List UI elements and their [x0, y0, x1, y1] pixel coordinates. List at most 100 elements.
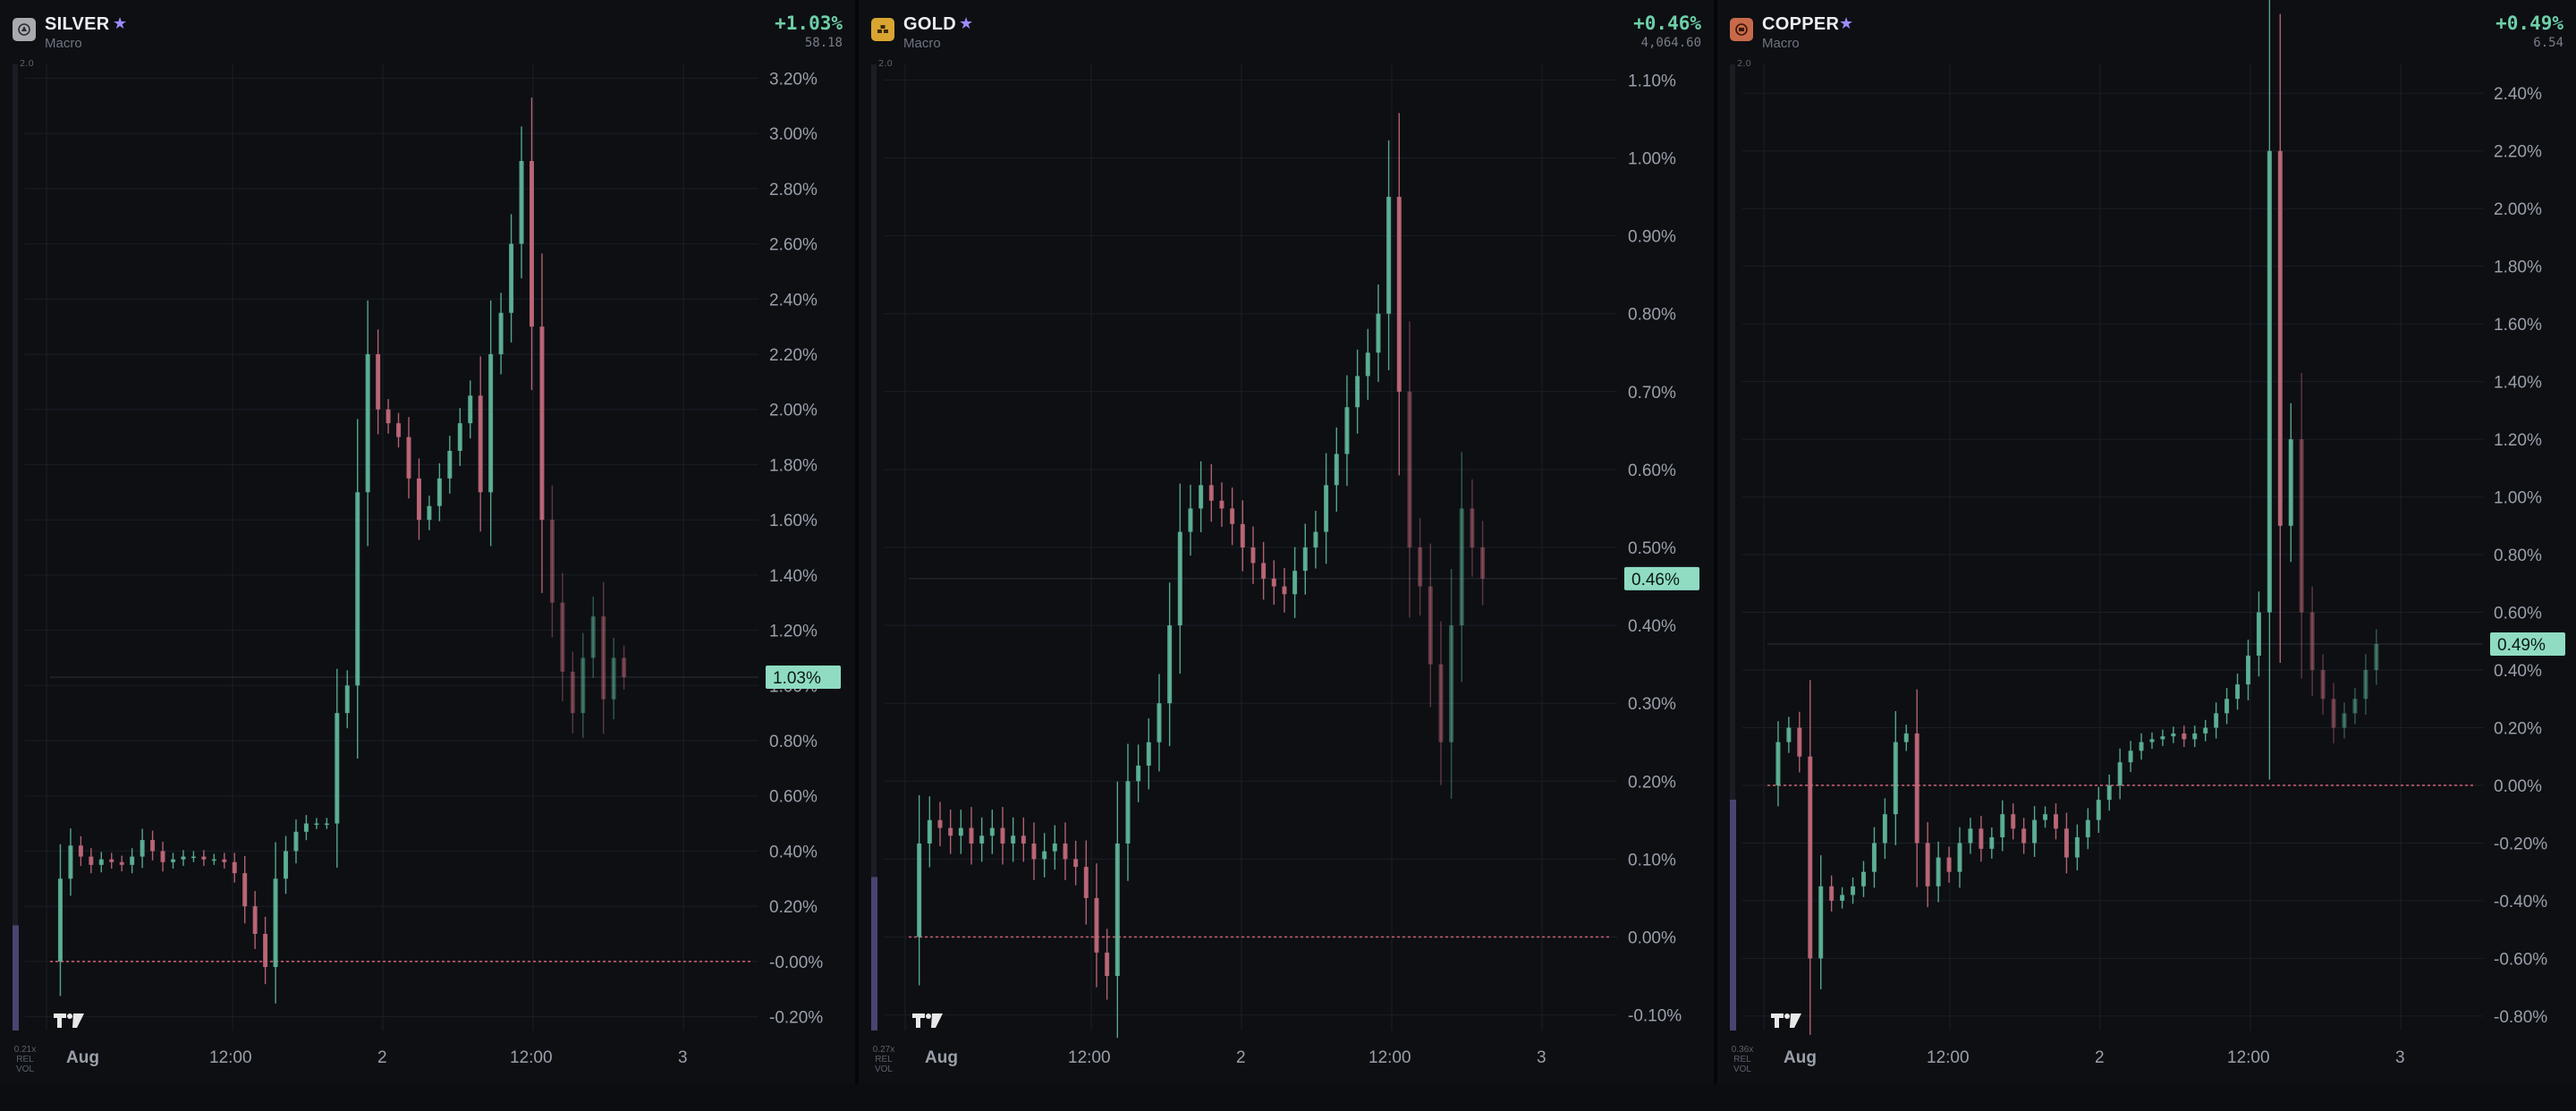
candle-body — [1936, 857, 1941, 886]
copper-chart-panel[interactable]: COPPER ★ Macro +0.49% 6.54 2.0 2.40% 2.20… — [1717, 0, 2576, 1084]
candle-body — [2139, 742, 2144, 751]
candle-body — [937, 819, 943, 828]
candle-body — [130, 856, 135, 865]
candle-body — [989, 827, 995, 836]
candle-body — [1199, 485, 1204, 509]
price-chart[interactable]: 3.20% 3.00% 2.80% 2.60% 2.40% 2.20% 2.00% 1.80%… — [0, 0, 855, 1084]
candle-body — [2245, 655, 2250, 685]
candle-body — [427, 505, 432, 521]
y-tick-label: 0.80% — [1628, 306, 1676, 325]
y-tick-label: -0.10% — [1628, 1007, 1682, 1026]
silver-chart-panel[interactable]: SILVER ★ Macro +1.03% 58.18 2.0 3.20% 3.0… — [0, 0, 855, 1084]
candle-body — [948, 827, 953, 836]
candle-body — [1818, 886, 1824, 959]
y-tick-label: -0.60% — [2494, 950, 2547, 969]
y-tick-label: 2.80% — [769, 181, 818, 199]
relative-volume-bar-fill — [1730, 800, 1736, 1030]
candle-body — [2235, 684, 2241, 700]
relative-volume-bar-fill — [871, 877, 877, 1030]
candle-body — [1449, 625, 1454, 742]
candle-body — [78, 845, 83, 857]
y-tick-label: 1.40% — [2494, 374, 2542, 393]
candle-body — [1355, 376, 1360, 408]
candle-body — [2074, 837, 2080, 858]
candle-body — [2000, 814, 2005, 837]
candle-body — [1386, 197, 1392, 314]
candle-body — [1208, 485, 1214, 501]
y-tick-label: 1.60% — [769, 512, 818, 530]
y-tick-label: 1.80% — [769, 456, 818, 475]
candle-body — [344, 685, 350, 714]
candle-body — [1230, 508, 1235, 524]
candle-body — [958, 827, 963, 836]
candle-body — [2149, 739, 2155, 742]
candle-body — [1786, 727, 1792, 742]
relative-volume-note: 0.21x REL VOL — [13, 1045, 37, 1074]
candle-body — [1261, 563, 1267, 579]
y-tick-label: 0.90% — [1628, 228, 1676, 247]
y-tick-label: 1.60% — [2494, 316, 2542, 335]
candle-body — [1302, 547, 1308, 572]
y-tick-label: 2.40% — [769, 291, 818, 310]
candle-body — [622, 657, 627, 678]
tradingview-logo — [52, 1011, 88, 1034]
candle-body — [1829, 886, 1835, 901]
y-tick-label: 1.00% — [1628, 150, 1676, 169]
candle-body — [1167, 625, 1173, 704]
y-tick-label: 0.80% — [2494, 547, 2542, 565]
candle-body — [969, 827, 974, 844]
y-tick-label: 0.60% — [1628, 462, 1676, 480]
candle-body — [478, 395, 483, 493]
y-tick-label: 1.10% — [1628, 72, 1676, 90]
candle-body — [1083, 867, 1089, 898]
candle-body — [1250, 547, 1256, 564]
y-tick-label: 0.20% — [2494, 719, 2542, 738]
candle-body — [150, 840, 156, 852]
candle-body — [284, 851, 289, 879]
y-tick-label: 1.00% — [2494, 489, 2542, 508]
y-tick-label: -0.20% — [2494, 835, 2547, 853]
candle-body — [222, 859, 227, 862]
candle-body — [539, 327, 545, 521]
candle-body — [1957, 843, 1962, 872]
price-chart[interactable]: 1.10% 1.00% 0.90% 0.80% 0.70% 0.60% 0.50% 0.40%… — [859, 0, 1714, 1084]
current-value-label: 1.03% — [773, 669, 821, 688]
candle-body — [1428, 586, 1433, 665]
candle-body — [2363, 670, 2368, 700]
candle-body — [2352, 699, 2358, 714]
candle-body — [1946, 857, 1952, 872]
candle-body — [1925, 843, 1930, 886]
x-tick-label: 3 — [678, 1048, 688, 1067]
y-tick-label: 2.00% — [769, 402, 818, 420]
candle-body — [1775, 742, 1781, 785]
x-tick-label: 3 — [2395, 1048, 2405, 1067]
candle-body — [406, 437, 411, 479]
candle-body — [2171, 733, 2176, 737]
candle-body — [2374, 644, 2379, 671]
y-tick-label: -0.20% — [769, 1009, 823, 1028]
y-tick-label: 0.40% — [1628, 617, 1676, 636]
y-tick-label: 0.50% — [1628, 539, 1676, 558]
candle-body — [2309, 612, 2315, 671]
candle-body — [509, 243, 514, 313]
candle-body — [2117, 762, 2123, 785]
gold-chart-panel[interactable]: GOLD ★ Macro +0.46% 4,064.60 2.0 1.10% 1.… — [859, 0, 1714, 1084]
y-tick-label: 1.20% — [769, 623, 818, 641]
y-tick-label: 2.60% — [769, 236, 818, 255]
candle-body — [2096, 800, 2101, 820]
candle-body — [201, 856, 207, 860]
y-tick-label: 1.80% — [2494, 259, 2542, 277]
candle-body — [2277, 150, 2283, 526]
price-chart[interactable]: 2.40% 2.20% 2.00% 1.80% 1.60% 1.40% 1.20% 1.00%… — [1717, 0, 2576, 1084]
candle-body — [1871, 843, 1877, 872]
y-tick-label: 3.20% — [769, 70, 818, 89]
candle-body — [140, 840, 145, 857]
candle-body — [2342, 713, 2347, 728]
candle-body — [2203, 727, 2208, 734]
candle-body — [519, 161, 524, 244]
candle-body — [2085, 819, 2090, 837]
candle-body — [468, 395, 473, 424]
candle-body — [242, 873, 248, 907]
candle-body — [2256, 612, 2261, 656]
x-tick-label: Aug — [925, 1048, 958, 1067]
